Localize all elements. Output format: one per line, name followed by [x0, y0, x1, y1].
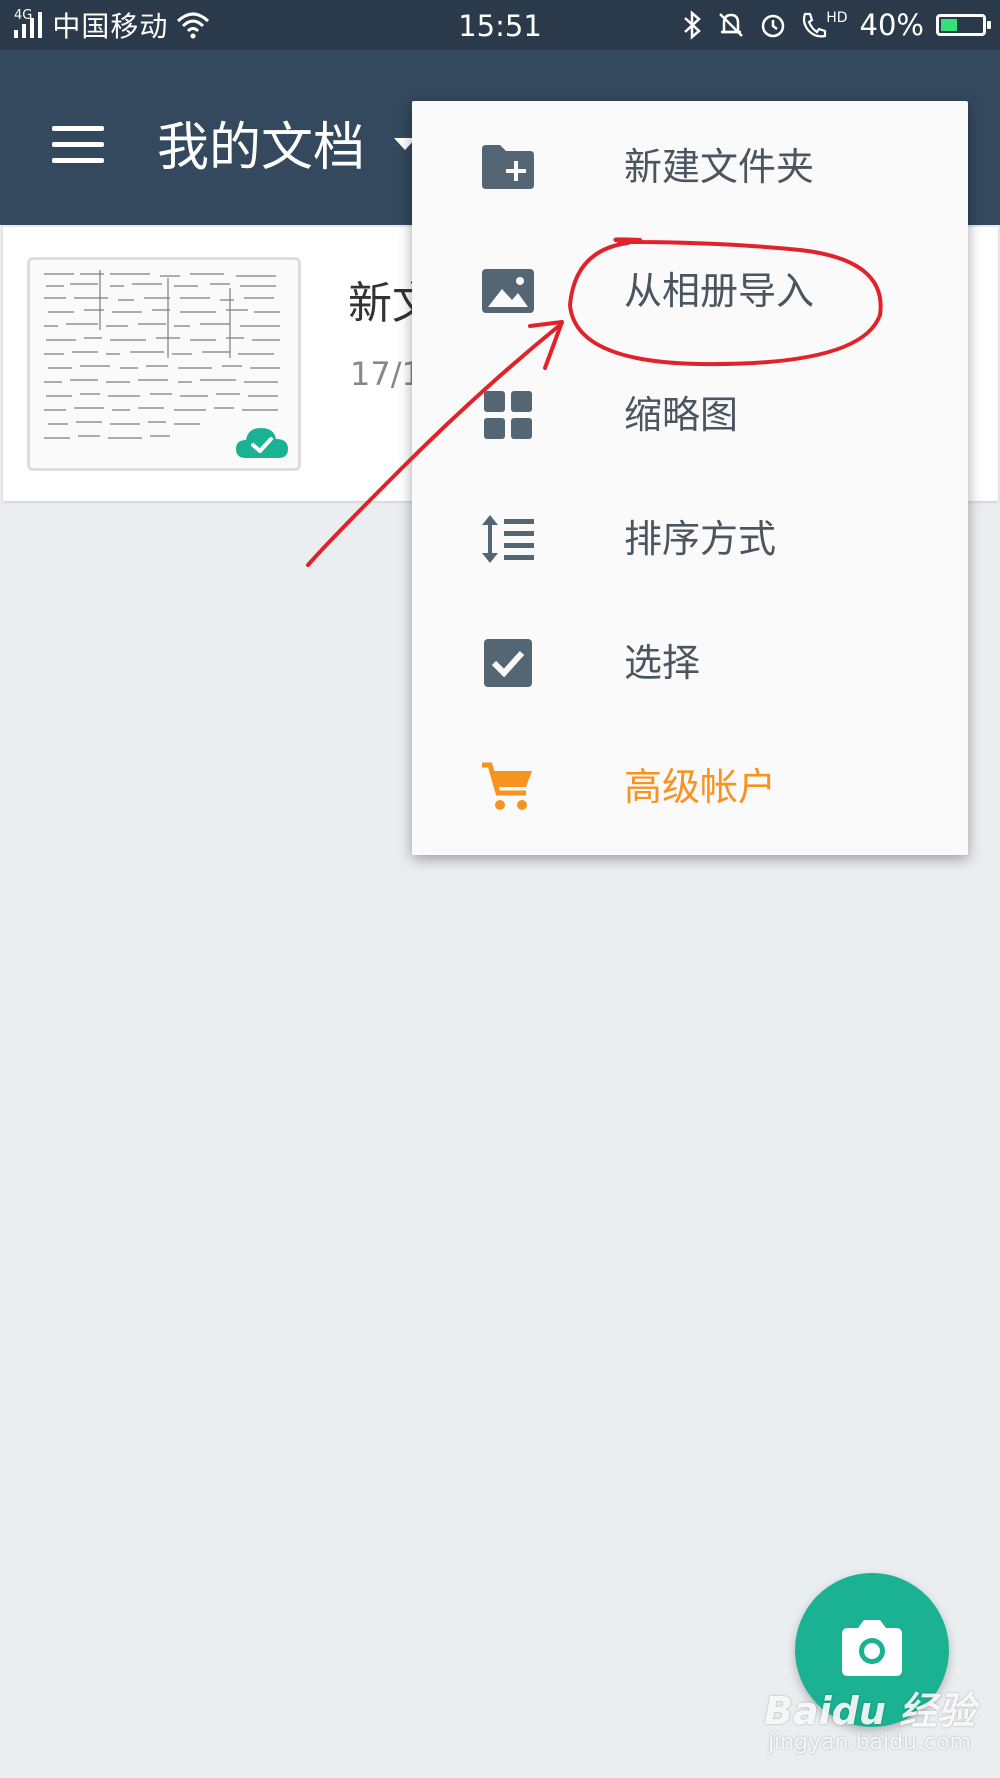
hd-label: HD: [826, 10, 848, 26]
menu-icon[interactable]: [52, 126, 104, 164]
watermark-url: jingyan.baidu.com: [768, 1730, 972, 1755]
checkbox-icon: [484, 639, 532, 687]
baidu-watermark: Baidu 经验 jingyan.baidu.com: [764, 1680, 994, 1770]
mute-bell-icon: [719, 13, 744, 37]
hd-call-indicator: HD: [800, 10, 848, 40]
alarm-icon: [761, 14, 785, 38]
folder-add-icon: [482, 145, 534, 189]
menu-item-thumbnail[interactable]: 缩略图: [412, 353, 968, 477]
grid-icon: [484, 391, 532, 439]
menu-label-import-album: 从相册导入: [624, 269, 815, 313]
menu-item-premium[interactable]: 高级帐户: [412, 725, 968, 849]
battery-level: [941, 19, 957, 31]
menu-label-new-folder: 新建文件夹: [624, 145, 815, 189]
menu-item-select[interactable]: 选择: [412, 601, 968, 725]
status-bar: 4G 中国移动 15:51 HD 40%: [0, 0, 1000, 50]
document-thumbnail[interactable]: [27, 257, 301, 471]
bluetooth-icon: [684, 10, 702, 40]
watermark-logo: Baidu 经验: [764, 1689, 976, 1733]
camera-icon: [842, 1620, 902, 1676]
menu-label-sort: 排序方式: [624, 517, 777, 561]
page-title[interactable]: 我的文档: [157, 118, 365, 178]
menu-label-thumbnail: 缩略图: [624, 393, 739, 437]
sort-icon: [482, 515, 534, 563]
image-icon: [482, 269, 534, 313]
menu-label-premium: 高级帐户: [624, 765, 777, 809]
cloud-synced-icon: [236, 428, 288, 458]
menu-item-import-album[interactable]: 从相册导入: [412, 229, 968, 353]
menu-label-select: 选择: [624, 641, 701, 685]
phone-icon: [803, 12, 827, 38]
overflow-menu: 新建文件夹 从相册导入 缩略图 排序方式 选择 高级帐户: [412, 101, 968, 855]
menu-item-sort[interactable]: 排序方式: [412, 477, 968, 601]
cart-icon: [482, 762, 532, 810]
battery-icon: [936, 14, 991, 36]
menu-item-new-folder[interactable]: 新建文件夹: [412, 105, 968, 229]
status-right: HD 40%: [682, 0, 991, 50]
battery-percent: 40%: [859, 8, 924, 42]
